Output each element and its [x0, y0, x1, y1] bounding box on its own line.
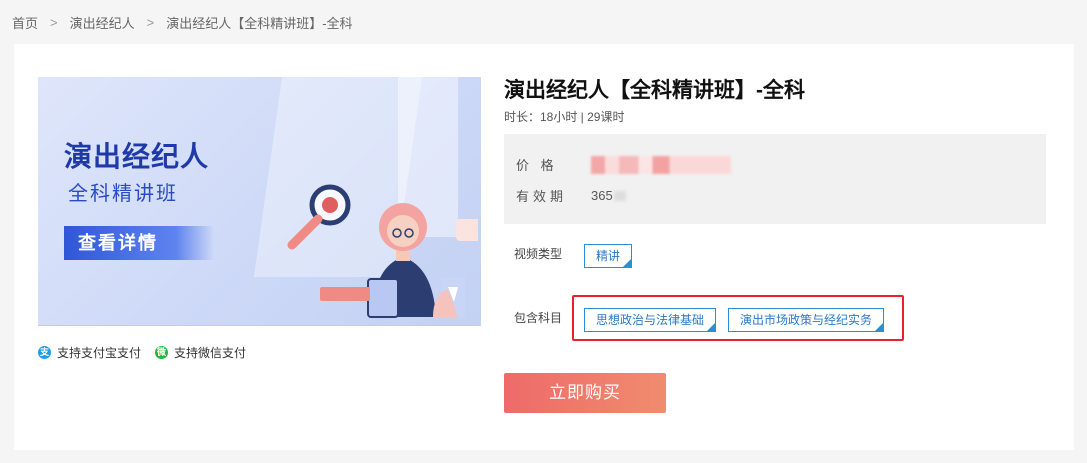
wechat-support: 微 支持微信支付	[155, 344, 246, 361]
price-label: 价 格	[516, 158, 558, 173]
course-title: 演出经纪人【全科精讲班】-全科	[504, 79, 805, 102]
course-duration: 时长：18小时 | 29课时	[504, 110, 625, 124]
validity-label: 有效期	[516, 189, 568, 204]
buy-now-button[interactable]: 立即购买	[504, 373, 666, 413]
price-box: 价 格 有效期 365	[504, 134, 1046, 224]
subject-tag[interactable]: 演出市场政策与经纪实务	[728, 308, 885, 332]
breadcrumb: 首页 > 演出经纪人 > 演出经纪人【全科精讲班】-全科	[12, 13, 353, 32]
subjects-label: 包含科目	[514, 311, 563, 325]
validity-value: 365	[591, 188, 613, 203]
alipay-icon: 支	[38, 346, 51, 359]
price-value-redacted	[591, 155, 731, 174]
video-type-label: 视频类型	[514, 247, 563, 261]
wechat-icon: 微	[155, 346, 169, 359]
alipay-label: 支持支付宝支付	[57, 346, 142, 360]
breadcrumb-home[interactable]: 首页	[12, 13, 38, 32]
banner-title: 演出经纪人	[64, 141, 210, 172]
validity-row: 有效期 365	[516, 186, 626, 205]
course-banner[interactable]: 演出经纪人 全科精讲班 查看详情	[38, 77, 481, 326]
price-row: 价 格	[516, 155, 731, 174]
breadcrumb-separator: >	[146, 15, 155, 30]
teacher-illustration	[287, 184, 478, 318]
banner-view-details-button[interactable]: 查看详情	[64, 226, 214, 260]
video-type-tag[interactable]: 精讲	[584, 244, 633, 268]
banner-subtitle: 全科精讲班	[68, 183, 178, 205]
breadcrumb-current: 演出经纪人【全科精讲班】-全科	[166, 16, 353, 31]
breadcrumb-separator: >	[50, 15, 58, 30]
payment-methods: 支 支持支付宝支付 微 支持微信支付	[38, 344, 260, 361]
wechat-label: 支持微信支付	[174, 346, 247, 360]
course-card: 演出经纪人 全科精讲班 查看详情 支 支持支付宝支付 微 支持微信支付 演出经纪…	[14, 44, 1074, 450]
breadcrumb-category[interactable]: 演出经纪人	[70, 13, 135, 32]
validity-unit-redacted	[613, 190, 626, 201]
alipay-support: 支 支持支付宝支付	[38, 344, 141, 361]
subject-tag[interactable]: 思想政治与法律基础	[584, 308, 717, 332]
